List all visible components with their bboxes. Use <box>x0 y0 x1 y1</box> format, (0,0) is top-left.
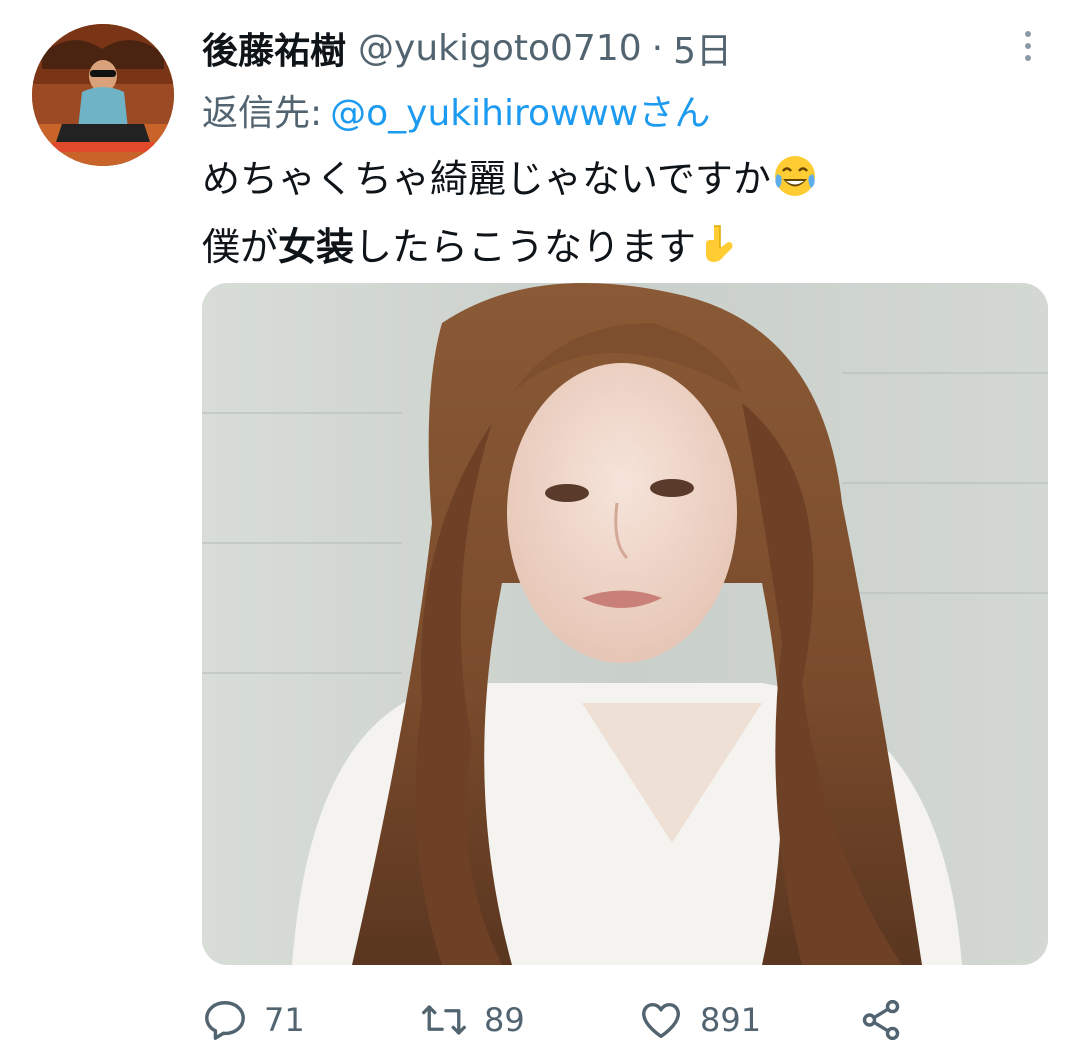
backhand-index-pointing-down-icon <box>698 222 738 284</box>
display-name[interactable]: 後藤祐樹 <box>202 22 346 74</box>
reply-count: 71 <box>264 1001 305 1039</box>
separator-dot: · <box>651 27 664 69</box>
tweet-photo[interactable] <box>202 283 1048 965</box>
tweet-actions: 71 89 891 <box>202 990 962 1050</box>
more-vertical-icon <box>1025 31 1031 61</box>
retweet-button[interactable]: 89 <box>420 990 525 1050</box>
face-with-tears-of-joy-icon <box>773 154 817 216</box>
avatar-image <box>32 24 174 166</box>
retweet-icon <box>422 1005 466 1035</box>
tweet-text-bold-word: 女装 <box>278 225 355 269</box>
tweet-text-line-1-text: めちゃくちゃ綺麗じゃないですか <box>202 157 771 201</box>
tweet[interactable]: 後藤祐樹 @yukigoto0710 · 5日 返信先: @o_yukihiro… <box>0 0 1079 1050</box>
heart-icon <box>642 1002 680 1039</box>
tweet-header: 後藤祐樹 @yukigoto0710 · 5日 <box>202 22 732 74</box>
reply-icon <box>205 1001 245 1040</box>
like-count: 891 <box>700 1001 762 1039</box>
reply-target-link[interactable]: @o_yukihirowwwさん <box>330 84 710 136</box>
tweet-text-line-2-before: 僕が <box>202 225 279 269</box>
tweet-text-line-2: 僕が女装したらこうなります <box>202 216 1022 284</box>
retweet-count: 89 <box>484 1001 525 1039</box>
share-button[interactable] <box>858 990 904 1050</box>
more-options-button[interactable] <box>1008 24 1048 68</box>
user-handle[interactable]: @yukigoto0710 <box>358 28 642 69</box>
share-icon <box>862 999 900 1041</box>
reply-prefix: 返信先: <box>202 93 323 134</box>
timestamp[interactable]: 5日 <box>673 22 732 74</box>
tweet-text: めちゃくちゃ綺麗じゃないですか 僕が女装したらこうなります <box>202 148 1022 284</box>
reply-context: 返信先: @o_yukihirowwwさん <box>202 84 710 136</box>
tweet-text-line-2-after: したらこうなります <box>354 225 697 269</box>
avatar[interactable] <box>32 24 174 166</box>
tweet-text-line-1: めちゃくちゃ綺麗じゃないですか <box>202 148 1022 216</box>
reply-button[interactable]: 71 <box>202 990 305 1050</box>
photo-image <box>202 283 1048 965</box>
like-button[interactable]: 891 <box>638 990 761 1050</box>
